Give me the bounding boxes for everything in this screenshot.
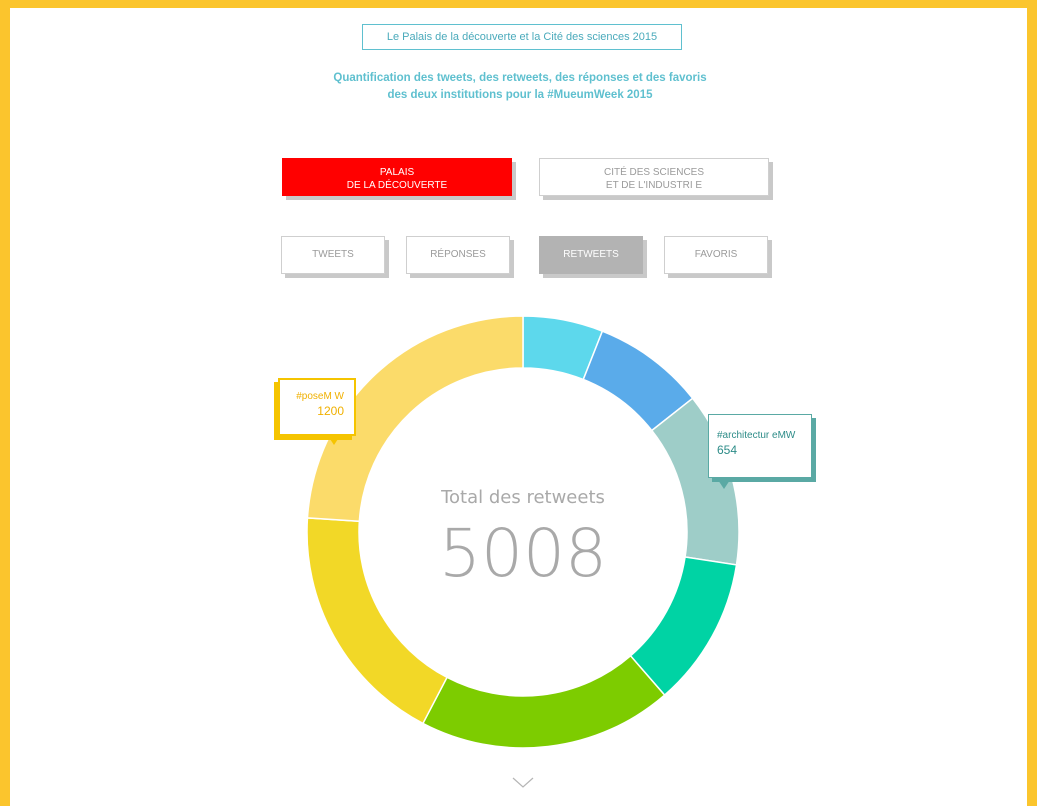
callout-pointer [328, 436, 340, 445]
callout-poseMW: #poseM W 1200 [278, 378, 356, 436]
callout-architectureMW: #architectur eMW 654 [708, 414, 812, 478]
callout-label: #architectur eMW [717, 430, 796, 441]
donut-slice-4[interactable] [421, 654, 666, 749]
callout-value: 1200 [317, 404, 344, 418]
center-total: 5008 [439, 515, 607, 592]
content-frame: Le Palais de la découverte et la Cité de… [10, 8, 1027, 806]
donut-slice-5[interactable] [306, 517, 449, 725]
callout-label: #poseM W [296, 391, 344, 402]
donut-chart: Total des retweets 5008 [306, 315, 740, 749]
center-caption: Total des retweets [440, 487, 605, 508]
chevron-down-icon[interactable] [512, 776, 534, 790]
callout-pointer [718, 480, 730, 489]
callout-value: 654 [717, 443, 738, 457]
